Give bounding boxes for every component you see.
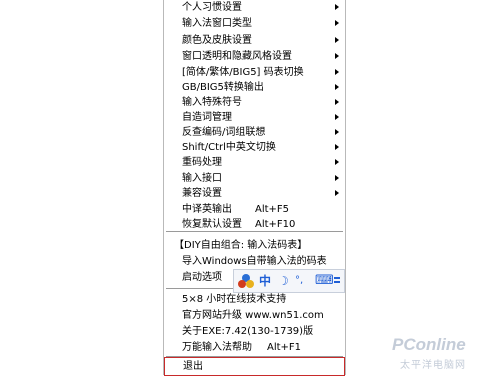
menu-item-personal-habits[interactable]: 个人习惯设置 bbox=[164, 0, 345, 15]
ime-context-menu: 个人习惯设置 输入法窗口类型 颜色及皮肤设置 窗口透明和隐藏风格设置 [简体/繁… bbox=[163, 0, 346, 376]
menu-item-shift-ctrl-switch[interactable]: Shift/Ctrl中英文切换 bbox=[164, 140, 345, 155]
menu-item-label: Shift/Ctrl中英文切换 bbox=[182, 142, 276, 153]
menu-item-transparency[interactable]: 窗口透明和隐藏风格设置 bbox=[164, 49, 345, 64]
menu-item-label: 自造词管理 bbox=[182, 112, 232, 123]
menu-item-tech-support[interactable]: 5×8 小时在线技术支持 bbox=[164, 292, 345, 307]
pconline-watermark: PConline 太平洋电脑网 bbox=[388, 335, 498, 375]
submenu-arrow-icon bbox=[335, 144, 339, 150]
menu-item-label: 导入Windows自带输入法的码表 bbox=[182, 256, 327, 267]
menu-item-input-interface[interactable]: 输入接口 bbox=[164, 171, 345, 186]
menu-item-label: 颜色及皮肤设置 bbox=[182, 35, 252, 46]
submenu-arrow-icon bbox=[335, 159, 339, 165]
submenu-arrow-icon bbox=[335, 37, 339, 43]
menu-item-compatibility[interactable]: 兼容设置 bbox=[164, 186, 345, 201]
menu-item-diy-combo[interactable]: 【DIY自由组合: 输入法码表】 bbox=[164, 238, 345, 253]
menu-item-label: 关于EXE:7.42(130-1739)版 bbox=[182, 326, 314, 337]
menu-item-label: 输入接口 bbox=[182, 173, 222, 184]
menu-item-label: 反查编码/词组联想 bbox=[182, 127, 266, 138]
submenu-arrow-icon bbox=[335, 69, 339, 75]
submenu-arrow-icon bbox=[335, 4, 339, 10]
menu-item-label: 【DIY自由组合: 输入法码表】 bbox=[174, 240, 308, 251]
menu-item-shortcut: Alt+F5 bbox=[255, 204, 290, 215]
menu-item-special-symbols[interactable]: 输入特殊符号 bbox=[164, 95, 345, 110]
keyboard-icon[interactable]: ⌨ bbox=[315, 273, 334, 289]
menu-item-label: 退出 bbox=[183, 361, 203, 372]
menu-item-restore-defaults[interactable]: 恢复默认设置 Alt+F10 bbox=[164, 217, 345, 232]
menu-item-shortcut: Alt+F10 bbox=[255, 219, 296, 230]
submenu-arrow-icon bbox=[335, 84, 339, 90]
menu-item-custom-words[interactable]: 自造词管理 bbox=[164, 110, 345, 125]
submenu-arrow-icon bbox=[335, 99, 339, 105]
menu-item-reverse-lookup[interactable]: 反查编码/词组联想 bbox=[164, 125, 345, 140]
menu-item-label: GB/BIG5转换输出 bbox=[182, 82, 264, 93]
menu-item-import-windows-table[interactable]: 导入Windows自带输入法的码表 bbox=[164, 254, 345, 269]
watermark-brand: PConline bbox=[392, 335, 466, 354]
submenu-arrow-icon bbox=[335, 175, 339, 181]
menu-item-code-table-switch[interactable]: [简体/繁体/BIG5] 码表切换 bbox=[164, 65, 345, 80]
menu-separator bbox=[166, 231, 343, 232]
submenu-arrow-icon bbox=[335, 129, 339, 135]
menu-item-label: 窗口透明和隐藏风格设置 bbox=[182, 51, 292, 62]
menu-item-duplicate-code[interactable]: 重码处理 bbox=[164, 155, 345, 170]
menu-item-label: 输入特殊符号 bbox=[182, 97, 242, 108]
menu-icon[interactable] bbox=[332, 273, 342, 289]
menu-item-shortcut: Alt+F1 bbox=[267, 342, 302, 353]
chinese-mode-icon[interactable]: 中 bbox=[259, 273, 275, 289]
menu-item-label: 恢复默认设置 bbox=[182, 219, 242, 230]
menu-item-label: 兼容设置 bbox=[182, 188, 222, 199]
menu-item-website-upgrade[interactable]: 官方网站升级 www.wn51.com bbox=[164, 308, 345, 323]
menu-item-color-skin[interactable]: 颜色及皮肤设置 bbox=[164, 33, 345, 48]
half-width-icon[interactable]: ☽ bbox=[278, 273, 292, 289]
submenu-arrow-icon bbox=[335, 53, 339, 59]
menu-item-label: 中译英输出 bbox=[182, 204, 232, 215]
menu-item-about[interactable]: 关于EXE:7.42(130-1739)版 bbox=[164, 324, 345, 339]
ime-status-toolbar: 中 ☽ °, ⌨ bbox=[233, 269, 345, 293]
menu-item-label: 重码处理 bbox=[182, 157, 222, 168]
menu-item-label: 个人习惯设置 bbox=[182, 2, 242, 13]
menu-item-label: 输入法窗口类型 bbox=[182, 18, 252, 29]
menu-item-label: 5×8 小时在线技术支持 bbox=[182, 294, 287, 305]
submenu-arrow-icon bbox=[335, 20, 339, 26]
punctuation-icon[interactable]: °, bbox=[295, 273, 313, 289]
watermark-subtitle: 太平洋电脑网 bbox=[400, 360, 466, 371]
menu-item-label: 万能输入法帮助 bbox=[182, 342, 252, 353]
logo-icon[interactable] bbox=[237, 273, 255, 289]
menu-item-exit[interactable]: 退出 bbox=[164, 357, 345, 376]
menu-item-chinese-to-english[interactable]: 中译英输出 Alt+F5 bbox=[164, 202, 345, 217]
submenu-arrow-icon bbox=[335, 114, 339, 120]
menu-item-gb-big5-output[interactable]: GB/BIG5转换输出 bbox=[164, 80, 345, 95]
menu-item-window-type[interactable]: 输入法窗口类型 bbox=[164, 16, 345, 31]
menu-item-label: 启动选项 bbox=[182, 272, 222, 283]
menu-item-help[interactable]: 万能输入法帮助 Alt+F1 bbox=[164, 340, 345, 355]
menu-item-label: [简体/繁体/BIG5] 码表切换 bbox=[182, 67, 304, 78]
menu-item-label: 官方网站升级 www.wn51.com bbox=[182, 310, 324, 321]
submenu-arrow-icon bbox=[335, 190, 339, 196]
